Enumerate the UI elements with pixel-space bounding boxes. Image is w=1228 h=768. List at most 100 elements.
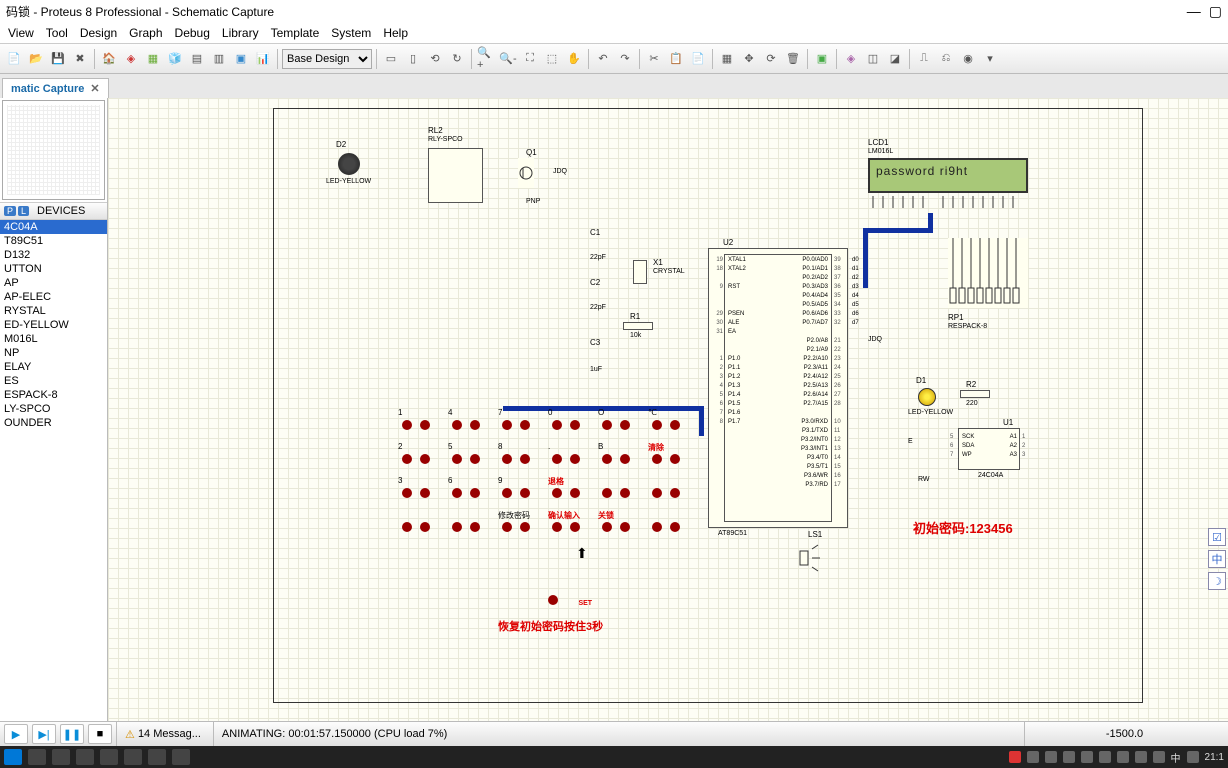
- component-rl2[interactable]: [428, 148, 483, 203]
- device-item[interactable]: ED-YELLOW: [0, 318, 107, 332]
- device-item[interactable]: M016L: [0, 332, 107, 346]
- device-item[interactable]: OUNDER: [0, 416, 107, 430]
- tool-bus-icon[interactable]: ⎌: [936, 49, 956, 69]
- tool-rotate-icon[interactable]: ⟳: [761, 49, 781, 69]
- task-app-icon[interactable]: [124, 749, 142, 765]
- task-app-icon[interactable]: [148, 749, 166, 765]
- key-button[interactable]: [420, 420, 430, 430]
- device-item[interactable]: RYSTAL: [0, 304, 107, 318]
- key-button[interactable]: [652, 488, 662, 498]
- float-lang-icon[interactable]: 中: [1208, 550, 1226, 568]
- tool-redo-icon[interactable]: ↷: [615, 49, 635, 69]
- tool-move-icon[interactable]: ✥: [739, 49, 759, 69]
- maximize-button[interactable]: ▢: [1209, 3, 1222, 20]
- overview-panel[interactable]: [2, 100, 105, 200]
- key-button[interactable]: [402, 488, 412, 498]
- sim-play-button[interactable]: ▶: [4, 724, 28, 744]
- component-d1[interactable]: [918, 388, 936, 406]
- tray-time[interactable]: 21:1: [1205, 752, 1224, 763]
- key-button[interactable]: [502, 420, 512, 430]
- key-button[interactable]: [602, 454, 612, 464]
- menu-library[interactable]: Library: [222, 26, 259, 40]
- key-button[interactable]: [570, 454, 580, 464]
- set-button[interactable]: [548, 595, 558, 605]
- tool-bom-icon[interactable]: ▤: [187, 49, 207, 69]
- key-button[interactable]: [470, 522, 480, 532]
- tool-schematic-icon[interactable]: ◈: [121, 49, 141, 69]
- key-button[interactable]: [520, 522, 530, 532]
- key-button[interactable]: [652, 420, 662, 430]
- tool-block-icon[interactable]: ▦: [717, 49, 737, 69]
- tray-icon[interactable]: [1135, 751, 1147, 763]
- p-badge[interactable]: P: [4, 206, 16, 216]
- key-button[interactable]: [552, 488, 562, 498]
- minimize-button[interactable]: —: [1187, 3, 1201, 20]
- key-button[interactable]: [452, 488, 462, 498]
- tray-record-icon[interactable]: [1009, 751, 1021, 763]
- status-messages[interactable]: ⚠ 14 Messag...: [116, 722, 209, 746]
- device-item[interactable]: D132: [0, 248, 107, 262]
- key-button[interactable]: [520, 420, 530, 430]
- key-button[interactable]: [520, 454, 530, 464]
- tool-close-icon[interactable]: ✖: [70, 49, 90, 69]
- key-button[interactable]: [570, 522, 580, 532]
- key-button[interactable]: [502, 522, 512, 532]
- tool-new-icon[interactable]: 📄: [4, 49, 24, 69]
- key-button[interactable]: [670, 420, 680, 430]
- key-button[interactable]: [670, 454, 680, 464]
- key-button[interactable]: [652, 522, 662, 532]
- tool-open-icon[interactable]: 📂: [26, 49, 46, 69]
- component-rp1[interactable]: [948, 238, 1028, 308]
- sim-stop-button[interactable]: ■: [88, 724, 112, 744]
- task-start-icon[interactable]: [4, 749, 22, 765]
- task-app-icon[interactable]: [100, 749, 118, 765]
- key-button[interactable]: [652, 454, 662, 464]
- menu-design[interactable]: Design: [80, 26, 117, 40]
- component-r1[interactable]: [623, 322, 653, 330]
- tool-package-icon[interactable]: ◫: [863, 49, 883, 69]
- key-button[interactable]: [602, 420, 612, 430]
- key-button[interactable]: [620, 488, 630, 498]
- device-item[interactable]: UTTON: [0, 262, 107, 276]
- key-button[interactable]: [470, 420, 480, 430]
- device-item[interactable]: AP-ELEC: [0, 290, 107, 304]
- device-item[interactable]: NP: [0, 346, 107, 360]
- tool-refresh-icon[interactable]: ↻: [447, 49, 467, 69]
- menu-template[interactable]: Template: [271, 26, 320, 40]
- key-button[interactable]: [502, 454, 512, 464]
- key-button[interactable]: [402, 522, 412, 532]
- key-button[interactable]: [520, 488, 530, 498]
- key-button[interactable]: [502, 488, 512, 498]
- tool-undo-icon[interactable]: ↶: [593, 49, 613, 69]
- key-button[interactable]: [602, 488, 612, 498]
- key-button[interactable]: [452, 522, 462, 532]
- component-x1[interactable]: [633, 260, 647, 284]
- device-item[interactable]: ELAY: [0, 360, 107, 374]
- tool-chart-icon[interactable]: 📊: [253, 49, 273, 69]
- tray-icon[interactable]: [1081, 751, 1093, 763]
- tool-pick-icon[interactable]: ▣: [812, 49, 832, 69]
- tool-explorer-icon[interactable]: ▥: [209, 49, 229, 69]
- tray-icon[interactable]: [1045, 751, 1057, 763]
- menu-tool[interactable]: Tool: [46, 26, 68, 40]
- device-list[interactable]: 4C04A T89C51 D132 UTTON AP AP-ELEC RYSTA…: [0, 220, 107, 721]
- tool-save-icon[interactable]: 💾: [48, 49, 68, 69]
- key-button[interactable]: [670, 488, 680, 498]
- key-button[interactable]: [452, 420, 462, 430]
- tool-zoom-fit-icon[interactable]: ⛶: [520, 49, 540, 69]
- key-button[interactable]: [570, 488, 580, 498]
- device-item[interactable]: T89C51: [0, 234, 107, 248]
- tray-icon[interactable]: [1027, 751, 1039, 763]
- menu-view[interactable]: View: [8, 26, 34, 40]
- tool-library-icon[interactable]: ◈: [841, 49, 861, 69]
- key-button[interactable]: [620, 420, 630, 430]
- device-item[interactable]: ESPACK-8: [0, 388, 107, 402]
- tool-junction-icon[interactable]: ◉: [958, 49, 978, 69]
- key-button[interactable]: [452, 454, 462, 464]
- design-selector[interactable]: Base Design: [282, 49, 372, 69]
- menu-debug[interactable]: Debug: [175, 26, 210, 40]
- float-moon-icon[interactable]: ☽: [1208, 572, 1226, 590]
- tool-pcb-icon[interactable]: ▦: [143, 49, 163, 69]
- tool-rot-icon[interactable]: ⟲: [425, 49, 445, 69]
- key-button[interactable]: [570, 420, 580, 430]
